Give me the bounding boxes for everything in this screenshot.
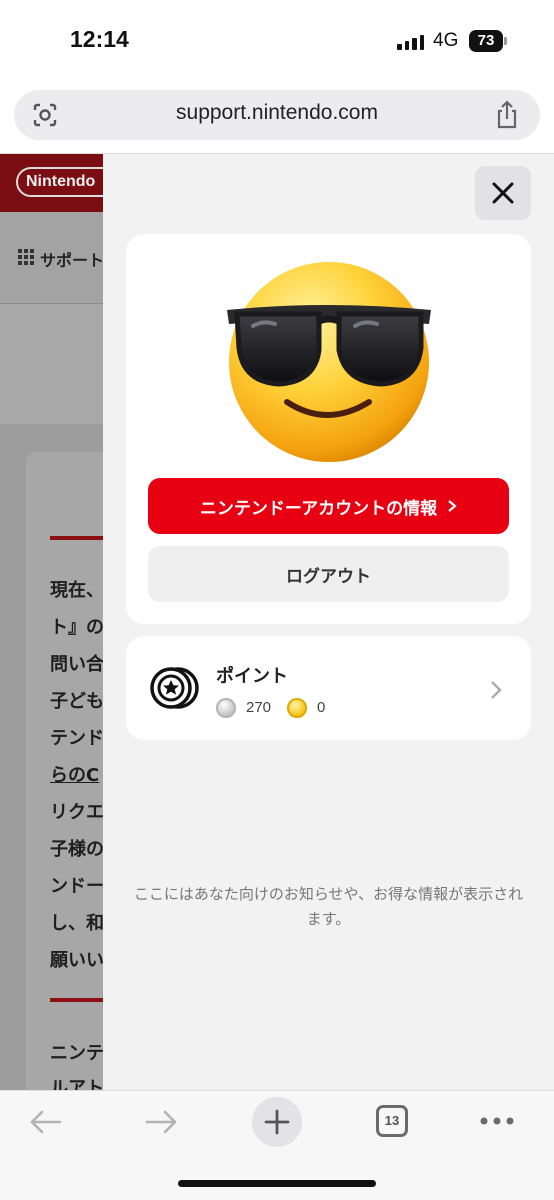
bg-text-link: らのC bbox=[50, 765, 100, 786]
bg-text-line: ト』の bbox=[50, 617, 104, 638]
share-icon[interactable] bbox=[494, 100, 520, 134]
address-bar[interactable]: support.nintendo.com bbox=[14, 90, 540, 140]
points-coins-icon bbox=[150, 667, 199, 709]
grid-icon bbox=[18, 249, 34, 265]
account-card: ニンテンドーアカウントの情報 ログアウト bbox=[126, 234, 531, 624]
nintendo-account-info-button[interactable]: ニンテンドーアカウントの情報 bbox=[148, 478, 509, 534]
platinum-points-value: 270 bbox=[246, 699, 272, 716]
platinum-coin-icon bbox=[216, 698, 236, 718]
network-type: 4G bbox=[433, 30, 459, 51]
url-text[interactable]: support.nintendo.com bbox=[14, 101, 540, 125]
bg-nav-label: サポート bbox=[40, 251, 105, 270]
bg-text-line: ルアト bbox=[50, 1078, 104, 1090]
points-title: ポイント bbox=[216, 666, 288, 687]
bg-text-line: ンドー bbox=[50, 876, 104, 897]
chevron-right-icon bbox=[491, 681, 502, 699]
bg-red-divider bbox=[50, 998, 110, 1002]
close-icon bbox=[492, 182, 514, 204]
forward-arrow-icon[interactable] bbox=[143, 1107, 179, 1137]
cellular-signal-icon bbox=[397, 34, 424, 50]
bg-text-line: 子様の bbox=[50, 839, 104, 860]
close-button[interactable] bbox=[475, 166, 531, 220]
bg-text-line: し、和 bbox=[50, 913, 104, 934]
logout-button-label: ログアウト bbox=[286, 566, 371, 587]
logout-button[interactable]: ログアウト bbox=[148, 546, 509, 602]
notice-message: ここにはあなた向けのお知らせや、お得な情報が表示されます。 bbox=[133, 885, 524, 928]
bg-text-line: 願いい bbox=[50, 950, 104, 971]
status-time: 12:14 bbox=[70, 26, 129, 52]
account-button-label: ニンテンドーアカウントの情報 bbox=[199, 498, 438, 519]
plus-icon bbox=[264, 1109, 290, 1135]
chevron-right-icon bbox=[448, 500, 457, 512]
bg-text-line: 問い合 bbox=[50, 654, 104, 675]
home-indicator bbox=[178, 1180, 376, 1187]
bg-text-line: リクエ bbox=[50, 802, 104, 823]
bg-text-line: テンド bbox=[50, 728, 104, 749]
back-arrow-icon[interactable] bbox=[28, 1107, 64, 1137]
avatar-sunglasses-emoji bbox=[227, 262, 431, 462]
tab-switcher-button[interactable]: 13 bbox=[376, 1105, 408, 1137]
status-bar: 12:14 4G 73 bbox=[0, 0, 554, 80]
battery-icon: 73 bbox=[469, 30, 503, 52]
bg-text-line: 現在、 bbox=[50, 580, 104, 601]
gold-coin-icon bbox=[287, 698, 307, 718]
gold-points-value: 0 bbox=[317, 699, 326, 716]
account-side-panel: ニンテンドーアカウントの情報 ログアウト ポイント 270 0 ここにはあなた向… bbox=[103, 154, 554, 1090]
points-card[interactable]: ポイント 270 0 bbox=[126, 636, 531, 740]
more-options-icon[interactable] bbox=[480, 1117, 514, 1125]
new-tab-button[interactable] bbox=[252, 1097, 302, 1147]
bg-text-line: 子ども bbox=[50, 691, 104, 712]
bg-red-divider bbox=[50, 536, 110, 540]
battery-tip bbox=[504, 37, 507, 45]
bg-text-line: ニンテ bbox=[50, 1043, 104, 1064]
